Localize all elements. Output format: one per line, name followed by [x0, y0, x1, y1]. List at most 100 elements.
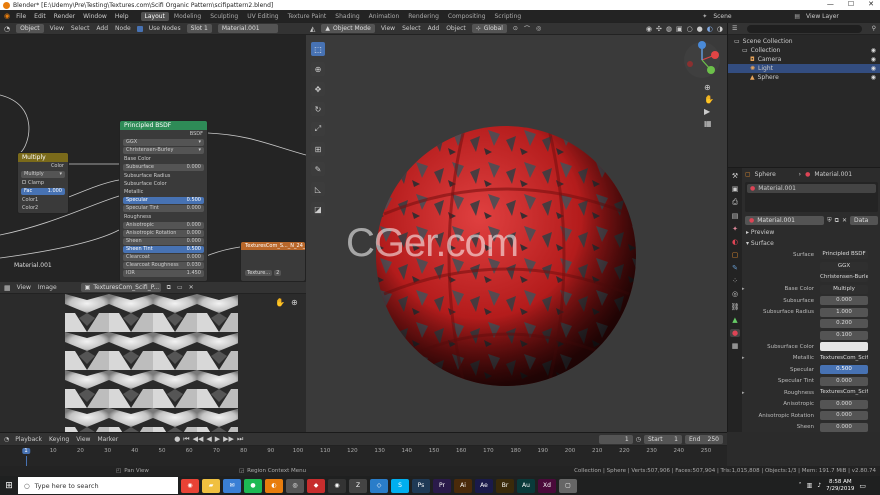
- link-dropdown[interactable]: Data: [850, 216, 878, 225]
- visibility-eye-icon[interactable]: ◉: [871, 74, 876, 81]
- node-menu-view[interactable]: View: [50, 25, 64, 32]
- pivot-icon[interactable]: ⊙: [513, 25, 518, 32]
- gizmo-icon[interactable]: ✣: [656, 25, 662, 33]
- copy-material-icon[interactable]: ⧉: [835, 217, 839, 225]
- scale-tool-icon[interactable]: ⤢: [311, 122, 325, 136]
- maximize-button[interactable]: ☐: [848, 0, 854, 8]
- bridge-icon[interactable]: Br: [496, 478, 514, 493]
- multiply-mode-dropdown[interactable]: Multiply ▾: [21, 171, 65, 178]
- material-datablock-field[interactable]: ● Material.001: [745, 216, 825, 225]
- obs-icon[interactable]: ◎: [286, 478, 304, 493]
- menu-help[interactable]: Help: [115, 13, 129, 20]
- annotate-tool-icon[interactable]: ✎: [311, 162, 325, 176]
- viewport-type-icon[interactable]: ◭: [310, 25, 315, 33]
- pan-view-icon[interactable]: ✋: [704, 95, 714, 104]
- snap-icon[interactable]: ⌒: [524, 24, 530, 33]
- zoom-icon[interactable]: ⊕: [291, 298, 298, 307]
- constraints-tab-icon[interactable]: ⛓: [731, 303, 740, 311]
- outliner-type-icon[interactable]: ☰: [732, 25, 737, 32]
- prop-value-sheen[interactable]: 0.000: [820, 422, 868, 432]
- bsdf-field-subsurface[interactable]: Subsurface 0.000: [123, 164, 204, 171]
- zbrush-icon[interactable]: Z: [349, 478, 367, 493]
- timeline-menu-playback[interactable]: Playback: [15, 436, 42, 443]
- clamp-checkbox[interactable]: [22, 180, 26, 184]
- timeline-menu-keying[interactable]: Keying: [49, 436, 69, 443]
- prop-value-subsurface[interactable]: 0.000: [820, 296, 868, 306]
- scene-name[interactable]: Scene: [713, 13, 788, 20]
- volume-icon[interactable]: ♪: [817, 482, 821, 489]
- preview-panel-header[interactable]: ▸ Preview: [742, 227, 880, 238]
- unlink-material-icon[interactable]: ✕: [842, 217, 847, 224]
- bsdf-field-clearcoat-roughness[interactable]: Clearcoat Roughness 0.030: [123, 262, 204, 269]
- texture-tab-icon[interactable]: ▦: [732, 342, 739, 350]
- mode-dropdown[interactable]: ▲ Object Mode: [321, 24, 375, 33]
- visibility-icon[interactable]: ◉: [646, 25, 652, 33]
- hand-icon[interactable]: ✋: [275, 298, 285, 307]
- prop-value-subsurface-color[interactable]: [820, 342, 868, 352]
- node-menu-add[interactable]: Add: [96, 25, 108, 32]
- file-explorer-icon[interactable]: ▰: [202, 478, 220, 493]
- workspace-tab-scripting[interactable]: Scripting: [491, 12, 526, 21]
- workspace-tab-texture-paint[interactable]: Texture Paint: [284, 12, 331, 21]
- node-menu-select[interactable]: Select: [71, 25, 90, 32]
- timeline-type-icon[interactable]: ◔: [4, 436, 9, 443]
- play-reverse-icon[interactable]: ◀: [206, 435, 211, 444]
- principled-bsdf-node[interactable]: Principled BSDF BSDF GGX ▾ Christensen-Bu…: [119, 120, 208, 282]
- shading-rendered-icon[interactable]: ◑: [717, 25, 723, 33]
- photoshop-icon[interactable]: Ps: [412, 478, 430, 493]
- jump-start-icon[interactable]: ⏮: [183, 435, 189, 444]
- transform-tool-icon[interactable]: ⊞: [311, 142, 325, 156]
- bsdf-field-specular-tint[interactable]: Specular Tint 0.000: [123, 205, 204, 212]
- premiere-icon[interactable]: Pr: [433, 478, 451, 493]
- texture-preview-image[interactable]: [65, 294, 238, 432]
- output-tab-icon[interactable]: ⎙: [732, 198, 738, 207]
- distribution-dropdown[interactable]: GGX: [820, 261, 868, 271]
- current-frame-field[interactable]: 1: [598, 434, 633, 444]
- end-frame-field[interactable]: End 250: [685, 434, 723, 444]
- select-tool-icon[interactable]: ⬚: [311, 42, 325, 56]
- clock-time[interactable]: 8:58 AM: [826, 479, 854, 486]
- orientation-dropdown[interactable]: ⊹ Global: [471, 24, 507, 33]
- bsdf-field-sheen-tint[interactable]: Sheen Tint 0.500: [123, 246, 204, 253]
- viewport-menu-select[interactable]: Select: [402, 25, 421, 32]
- link-expand-icon[interactable]: ▸: [742, 390, 750, 396]
- timeline-menu-marker[interactable]: Marker: [97, 436, 118, 443]
- node-editor[interactable]: Multiply Color Multiply ▾ Clamp Fac 1.000 …: [0, 35, 306, 282]
- prop-value-base-color[interactable]: Multiply: [820, 284, 868, 294]
- jump-end-icon[interactable]: ⏭: [237, 435, 243, 444]
- notifications-icon[interactable]: ▭: [859, 482, 866, 490]
- after-effects-icon[interactable]: Ae: [475, 478, 493, 493]
- prop-value-metallic[interactable]: TexturesCom_Scifi_P...: [820, 353, 868, 363]
- xd-icon[interactable]: Xd: [538, 478, 556, 493]
- cursor-tool-icon[interactable]: ⊕: [311, 62, 325, 76]
- blender-icon[interactable]: ◐: [265, 478, 283, 493]
- prev-keyframe-icon[interactable]: ◀◀: [193, 435, 204, 444]
- image-editor[interactable]: ✋ ⊕: [0, 294, 306, 432]
- close-image-icon[interactable]: ✕: [189, 284, 194, 291]
- view-layer-tab-icon[interactable]: ▤: [732, 212, 739, 220]
- material-slot-list[interactable]: ● Material.001: [745, 182, 878, 212]
- visibility-eye-icon[interactable]: ◉: [871, 47, 876, 54]
- chrome-icon[interactable]: ◉: [181, 478, 199, 493]
- bsdf-field-specular[interactable]: Specular 0.500: [123, 197, 204, 204]
- mail-icon[interactable]: ✉: [223, 478, 241, 493]
- workspace-tab-modeling[interactable]: Modeling: [170, 12, 205, 21]
- link-expand-icon[interactable]: ▸: [742, 286, 750, 292]
- editor-type-icon[interactable]: ◔: [4, 25, 10, 33]
- node-menu-node[interactable]: Node: [115, 25, 131, 32]
- app-icon-gray[interactable]: ▢: [559, 478, 577, 493]
- workspace-tab-compositing[interactable]: Compositing: [444, 12, 490, 21]
- material-slot-item[interactable]: ● Material.001: [747, 184, 876, 193]
- image-menu-image[interactable]: Image: [38, 284, 57, 291]
- filter-icon[interactable]: ⚲: [872, 25, 876, 32]
- world-tab-icon[interactable]: ◐: [732, 238, 738, 246]
- start-frame-field[interactable]: Start 1: [644, 434, 682, 444]
- bsdf-field-clearcoat[interactable]: Clearcoat 0.000: [123, 254, 204, 261]
- shading-material-icon[interactable]: ◐: [707, 25, 713, 33]
- material-tab-icon[interactable]: ●: [729, 329, 741, 337]
- modifier-tab-icon[interactable]: ✎: [732, 264, 738, 272]
- bsdf-field-anisotropic[interactable]: Anisotropic 0.000: [123, 222, 204, 229]
- prop-value-subsurface-radius[interactable]: 1.000: [820, 307, 868, 317]
- windows-start-icon[interactable]: ⊞: [0, 481, 18, 491]
- proportional-edit-icon[interactable]: ◎: [536, 25, 541, 32]
